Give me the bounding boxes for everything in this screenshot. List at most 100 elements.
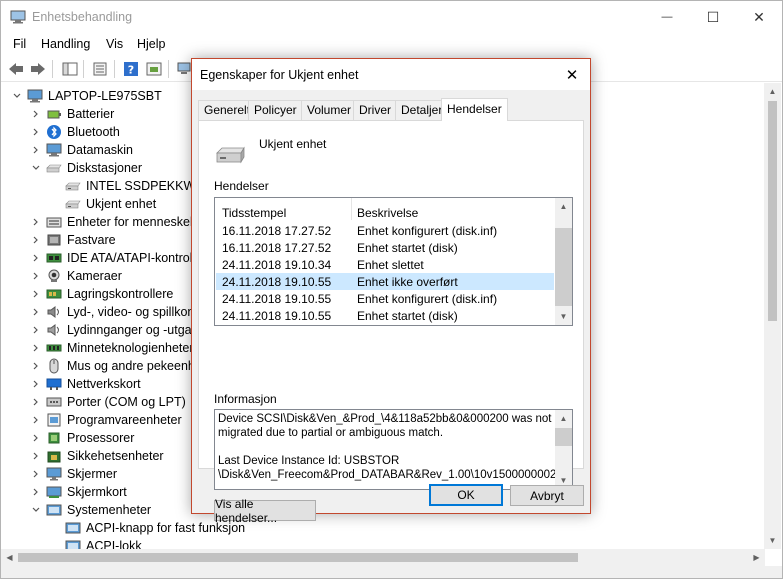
close-button[interactable]: ✕ (736, 1, 782, 33)
dialog-close-button[interactable]: ✕ (558, 63, 586, 87)
event-description: Enhet konfigurert (disk.inf) (357, 224, 498, 238)
disk-icon (65, 178, 81, 194)
tab-volumes[interactable]: Volumer (301, 100, 358, 120)
toolbar-separator (114, 60, 115, 78)
event-row[interactable]: 16.11.2018 17.27.52 Enhet startet (disk) (216, 239, 554, 256)
event-row[interactable]: 24.11.2018 19.10.55 Enhet startet (disk) (216, 307, 554, 324)
show-hide-tree-icon[interactable] (61, 60, 79, 78)
chevron-down-icon[interactable] (30, 503, 42, 517)
properties-dialog: Egenskaper for Ukjent enhet ✕ Generelt P… (191, 58, 591, 525)
chevron-right-icon[interactable] (30, 107, 42, 121)
chevron-down-icon[interactable] (30, 161, 42, 175)
scroll-right-icon[interactable]: ▶ (748, 549, 765, 566)
tree-item-label: Ukjent enhet (86, 197, 157, 211)
menu-action[interactable]: Handling (41, 37, 90, 51)
software-device-icon (46, 412, 62, 428)
back-icon[interactable] (7, 60, 25, 78)
memory-icon (46, 340, 62, 356)
tree-item-label: ACPI-lokk (86, 539, 142, 549)
information-scrollbar[interactable]: ▲ ▼ (555, 410, 572, 489)
status-bar (1, 566, 782, 578)
menu-file[interactable]: Fil (13, 37, 26, 51)
scrollbar-thumb[interactable] (555, 428, 572, 446)
scroll-left-icon[interactable]: ◀ (1, 549, 18, 566)
column-header-timestamp[interactable]: Tidsstempel (222, 206, 286, 220)
scrollbar-thumb[interactable] (768, 101, 777, 321)
chevron-right-icon[interactable] (30, 143, 42, 157)
chevron-right-icon[interactable] (30, 251, 42, 265)
chevron-right-icon[interactable] (30, 485, 42, 499)
event-row[interactable]: 16.11.2018 17.27.52 Enhet konfigurert (di… (216, 222, 554, 239)
chevron-right-icon[interactable] (30, 233, 42, 247)
tree-item-label: Lyd-, video- og spillkon (67, 305, 195, 319)
chevron-right-icon[interactable] (30, 431, 42, 445)
scroll-up-icon[interactable]: ▲ (764, 83, 781, 100)
chevron-right-icon[interactable] (30, 323, 42, 337)
scroll-up-icon[interactable]: ▲ (555, 198, 572, 215)
minimize-button[interactable]: — (644, 1, 690, 33)
chevron-right-icon[interactable] (30, 377, 42, 391)
device-manager-icon (10, 10, 26, 24)
window-title: Enhetsbehandling (32, 10, 133, 24)
column-header-description[interactable]: Beskrivelse (357, 206, 418, 220)
properties-icon[interactable] (91, 60, 109, 78)
tree-item-label: Nettverkskort (67, 377, 141, 391)
tree-horizontal-scrollbar[interactable]: ◀ ▶ (1, 549, 765, 566)
events-scrollbar[interactable]: ▲ ▼ (555, 198, 572, 325)
column-divider[interactable] (351, 198, 352, 220)
system-device-icon (65, 538, 81, 549)
tab-policies[interactable]: Policyer (248, 100, 303, 120)
bluetooth-icon (46, 124, 62, 140)
scroll-up-icon[interactable]: ▲ (555, 410, 572, 427)
tree-item[interactable]: ACPI-lokk (1, 537, 761, 549)
chevron-right-icon[interactable] (30, 467, 42, 481)
disk-drive-icon (46, 160, 62, 176)
event-description: Enhet slettet (357, 258, 424, 272)
tree-item-label: Minneteknologienheter (67, 341, 194, 355)
chevron-right-icon[interactable] (30, 287, 42, 301)
hid-icon (46, 214, 62, 230)
scrollbar-thumb[interactable] (18, 553, 578, 562)
event-row[interactable]: 24.11.2018 19.10.55 Enhet ikke overført (216, 273, 554, 290)
chevron-right-icon[interactable] (30, 359, 42, 373)
information-box[interactable]: Device SCSI\Disk&Ven_&Prod_\4&118a52bb&0… (214, 409, 573, 490)
show-all-events-button[interactable]: Vis alle hendelser... (214, 497, 316, 525)
tree-item-label: Systemenheter (67, 503, 152, 517)
maximize-button[interactable]: ☐ (690, 1, 736, 33)
disk-drive-icon (216, 146, 245, 164)
camera-icon (46, 268, 62, 284)
events-list[interactable]: Tidsstempel Beskrivelse 16.11.2018 17.27… (214, 197, 573, 326)
event-timestamp: 16.11.2018 17.27.52 (222, 241, 332, 255)
tree-vertical-scrollbar[interactable]: ▲ ▼ (764, 83, 781, 549)
tree-item-label: Datamaskin (67, 143, 133, 157)
forward-icon[interactable] (29, 60, 47, 78)
event-row[interactable]: 24.11.2018 19.10.34 Enhet slettet (216, 256, 554, 273)
ok-button[interactable]: OK (429, 484, 503, 506)
chevron-right-icon[interactable] (30, 269, 42, 283)
tab-driver[interactable]: Driver (353, 100, 397, 120)
menu-view[interactable]: Vis (106, 37, 123, 51)
chevron-down-icon[interactable] (11, 89, 23, 103)
chevron-right-icon[interactable] (30, 395, 42, 409)
scroll-down-icon[interactable]: ▼ (764, 532, 781, 549)
tree-item-label: Porter (COM og LPT) (67, 395, 186, 409)
chevron-right-icon[interactable] (30, 413, 42, 427)
event-row[interactable]: 24.11.2018 19.10.55 Enhet konfigurert (di… (216, 290, 554, 307)
chevron-right-icon[interactable] (30, 449, 42, 463)
menu-help[interactable]: Hjelp (137, 37, 166, 51)
tree-item[interactable]: ACPI-knapp for fast funksjon (1, 519, 761, 537)
tree-item-label: Diskstasjoner (67, 161, 143, 175)
processor-icon (46, 430, 62, 446)
tree-item-label: Skjermkort (67, 485, 127, 499)
scroll-down-icon[interactable]: ▼ (555, 308, 572, 325)
update-driver-icon[interactable] (145, 60, 163, 78)
help-icon[interactable]: ? (122, 60, 140, 78)
chevron-right-icon[interactable] (30, 125, 42, 139)
scrollbar-thumb[interactable] (555, 228, 572, 306)
event-timestamp: 24.11.2018 19.10.34 (222, 258, 332, 272)
cancel-button[interactable]: Avbryt (510, 485, 584, 506)
chevron-right-icon[interactable] (30, 341, 42, 355)
chevron-right-icon[interactable] (30, 215, 42, 229)
chevron-right-icon[interactable] (30, 305, 42, 319)
tab-events[interactable]: Hendelser (441, 98, 508, 121)
